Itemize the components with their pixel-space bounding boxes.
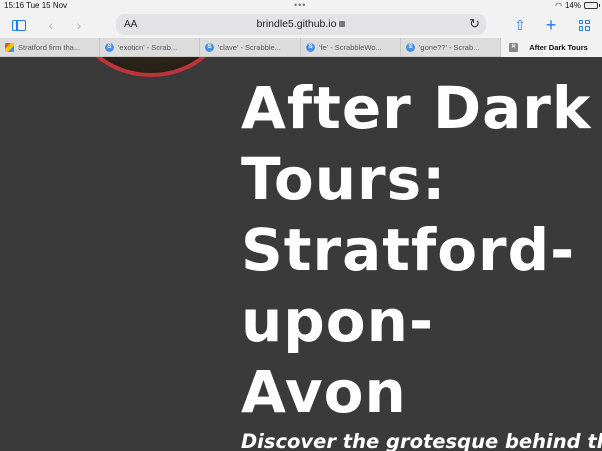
address-bar[interactable]: AA brindle5.github.io ↻ <box>116 14 486 35</box>
share-icon[interactable]: ⇧ <box>511 16 529 34</box>
wifi-icon: ◠ <box>555 1 562 10</box>
page-title-line: Tours: <box>241 145 447 213</box>
status-date: Tue 15 Nov <box>26 1 68 10</box>
tab-clave[interactable]: S 'clave' - Scrabble... <box>200 38 301 57</box>
page-title-line: Stratford- <box>241 216 576 284</box>
reload-icon[interactable]: ↻ <box>469 16 480 32</box>
multitasking-dots-icon[interactable]: ••• <box>294 0 306 10</box>
tab-title: 'clave' - Scrabble... <box>218 43 281 52</box>
s-favicon-icon: S <box>406 43 415 52</box>
tab-title: 'fe' - ScrabbleWo... <box>319 43 382 52</box>
tab-title: 'exoticn' - Scrab... <box>118 43 178 52</box>
s-favicon-icon: S <box>306 43 315 52</box>
back-icon[interactable]: ‹ <box>42 16 60 34</box>
page-subtitle: Discover the grotesque behind the <box>241 430 602 451</box>
web-page-content: After Dark Tours: Stratford- upon- Avon … <box>0 57 602 451</box>
page-title-line: upon- <box>241 287 435 355</box>
tab-stratford-firm[interactable]: Stratford firm tha... <box>0 38 100 57</box>
tab-title: 'gone??' - Scrab... <box>419 43 480 52</box>
tab-bar: Stratford firm tha... S 'exoticn' - Scra… <box>0 38 602 57</box>
status-bar: 15:16 Tue 15 Nov ••• ◠ 14% <box>0 0 602 12</box>
battery-percent: 14% <box>564 1 581 10</box>
tab-gone[interactable]: S 'gone??' - Scrab... <box>401 38 501 57</box>
tab-after-dark-tours[interactable]: ✕ After Dark Tours <box>501 38 602 57</box>
new-tab-icon[interactable]: + <box>542 15 560 35</box>
url-text: brindle5.github.io <box>256 18 337 30</box>
tab-title: After Dark Tours <box>529 43 588 52</box>
s-favicon-icon: S <box>105 43 114 52</box>
page-title-line: Avon <box>241 358 407 426</box>
page-title: After Dark Tours: Stratford- upon- Avon <box>241 73 601 428</box>
tab-fe[interactable]: S 'fe' - ScrabbleWo... <box>301 38 401 57</box>
lock-icon <box>339 21 346 27</box>
url-display[interactable]: brindle5.github.io <box>116 18 486 30</box>
multicolor-favicon-icon <box>5 43 14 52</box>
battery-icon <box>584 2 600 9</box>
tab-overview-icon[interactable] <box>575 16 593 34</box>
site-logo <box>72 57 230 77</box>
browser-toolbar: ‹ › AA brindle5.github.io ↻ ⇧ + <box>0 12 602 38</box>
close-icon[interactable]: ✕ <box>509 43 518 52</box>
s-favicon-icon: S <box>205 43 214 52</box>
status-time: 15:16 <box>4 1 25 10</box>
page-title-line: After Dark <box>241 74 592 142</box>
status-right: ◠ 14% <box>555 1 600 10</box>
tab-title: Stratford firm tha... <box>18 43 81 52</box>
tab-exoticn[interactable]: S 'exoticn' - Scrab... <box>100 38 200 57</box>
sidebar-toggle-icon[interactable] <box>10 16 28 34</box>
forward-icon[interactable]: › <box>70 16 88 34</box>
